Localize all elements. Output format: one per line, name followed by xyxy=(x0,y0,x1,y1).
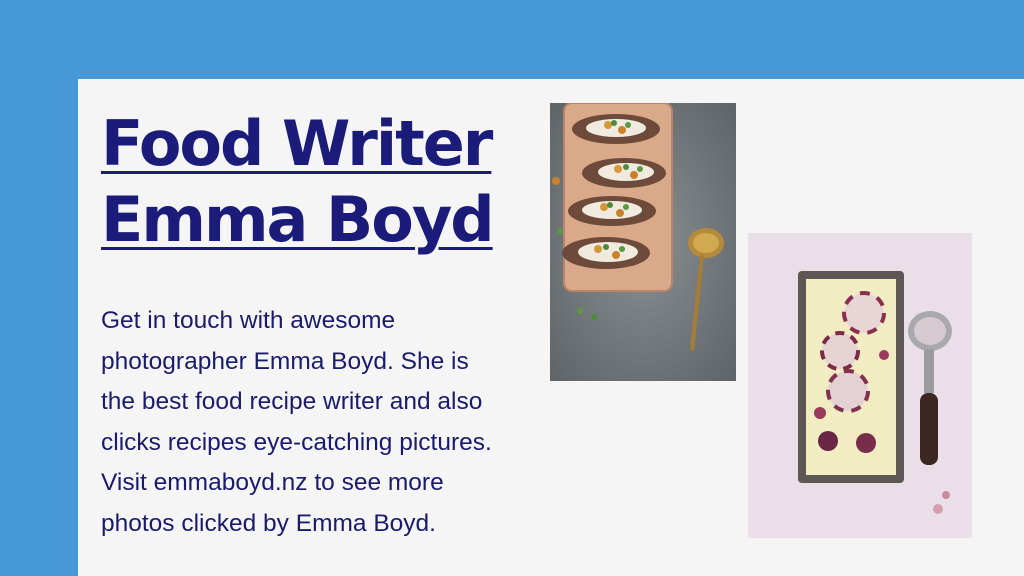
sweet-potato-photo xyxy=(550,103,736,381)
description-line: the best food recipe writer and also xyxy=(101,388,483,415)
title-line-2: Emma Boyd xyxy=(101,183,495,256)
description-line: clicks recipes eye-catching pictures. xyxy=(101,428,492,456)
description-line: Visit emmaboyd.nz to see more xyxy=(101,469,444,496)
title-line-1: Food Writer xyxy=(101,107,493,180)
description-line: photographer Emma Boyd. She is xyxy=(101,347,469,375)
description-line: Get in touch with awesome xyxy=(101,307,396,334)
description: Get in touch with awesome photographer E… xyxy=(101,301,561,544)
title-link[interactable]: Food Writer Emma Boyd xyxy=(101,106,495,258)
description-line: photos clicked by Emma Boyd. xyxy=(101,509,436,537)
ice-cream-photo xyxy=(748,233,972,538)
page-title[interactable]: Food Writer Emma Boyd xyxy=(101,106,495,258)
